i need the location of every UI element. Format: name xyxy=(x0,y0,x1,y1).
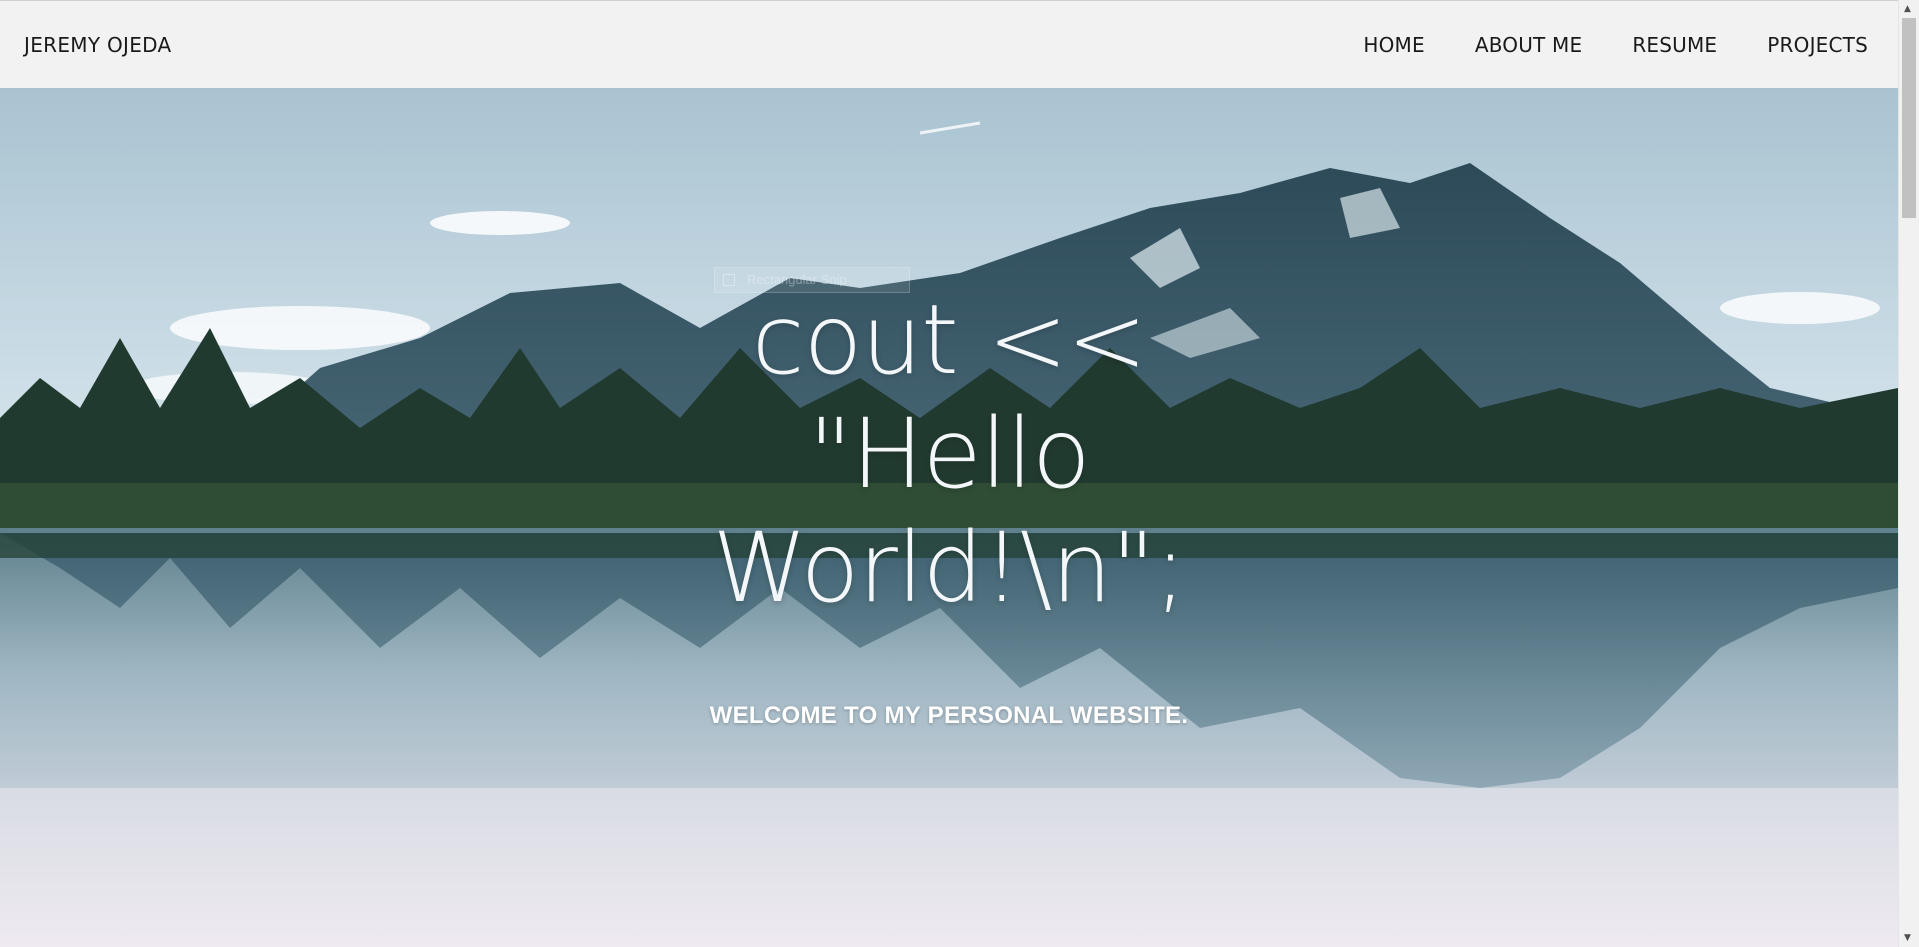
page-scrollbar[interactable]: ▲ ▼ xyxy=(1898,0,1919,947)
hero-headline-line-1: cout << xyxy=(751,284,1147,396)
nav-links: HOME ABOUT ME RESUME PROJECTS xyxy=(1363,33,1868,57)
navbar: JEREMY OJEDA HOME ABOUT ME RESUME PROJEC… xyxy=(0,0,1898,88)
hero-headline-line-2: "Hello xyxy=(808,398,1090,510)
scrollbar-thumb[interactable] xyxy=(1902,18,1916,218)
hero-headline-line-3: World!\n"; xyxy=(712,512,1186,624)
hero-subtitle: WELCOME TO MY PERSONAL WEBSITE. xyxy=(709,702,1189,729)
nav-link-resume[interactable]: RESUME xyxy=(1632,33,1717,57)
nav-link-projects[interactable]: PROJECTS xyxy=(1767,33,1868,57)
scroll-up-arrow-icon[interactable]: ▲ xyxy=(1904,4,1911,14)
hero-headline: cout << "Hello World!\n"; xyxy=(0,283,1898,625)
nav-link-about-me[interactable]: ABOUT ME xyxy=(1475,33,1583,57)
hero-section: Rectangular Snip cout << "Hello World!\n… xyxy=(0,88,1898,947)
site-brand-link[interactable]: JEREMY OJEDA xyxy=(24,33,172,57)
page: JEREMY OJEDA HOME ABOUT ME RESUME PROJEC… xyxy=(0,0,1919,947)
nav-link-home[interactable]: HOME xyxy=(1363,33,1424,57)
scroll-down-arrow-icon[interactable]: ▼ xyxy=(1904,933,1911,943)
